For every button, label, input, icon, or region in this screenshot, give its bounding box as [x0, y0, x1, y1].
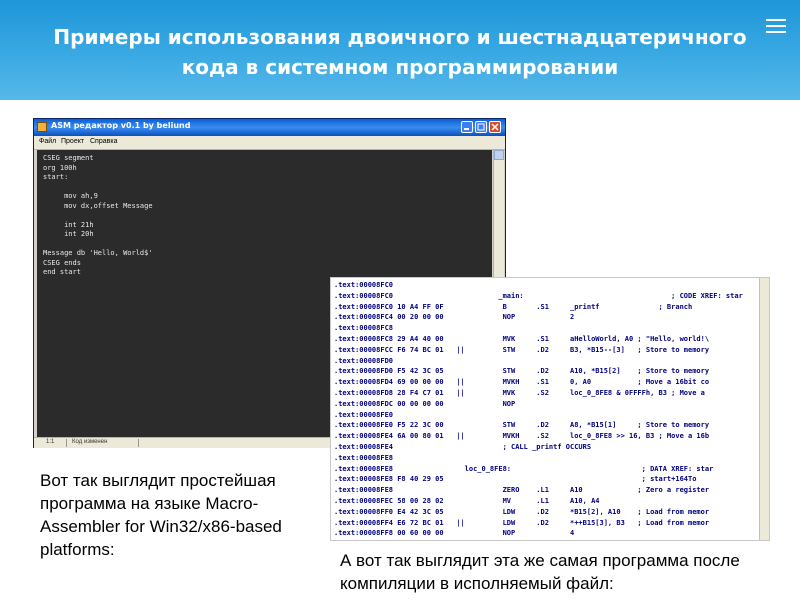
status-divider [66, 439, 67, 447]
cursor-position: 1:1 [46, 439, 55, 445]
listing-line: .text:00008FC8 [334, 324, 394, 333]
window-titlebar[interactable]: ASM редактор v0.1 by beliund [34, 119, 505, 136]
code-line: end start [43, 268, 81, 276]
listing-line: .text:00008FCC F6 74 BC 01 || STW .D2 B3… [334, 345, 710, 354]
listing-line: .text:00008FDC 00 00 00 00 NOP [334, 399, 516, 408]
code-line: mov dx,offset Message [43, 201, 153, 210]
menu-bar: Файл Проект Справка [34, 136, 505, 150]
code-line: mov ah,9 [43, 192, 98, 200]
source-caption: Вот так выглядит простейшая программа на… [40, 471, 282, 559]
maximize-icon [477, 123, 485, 131]
code-line: Message db 'Hello, World$' [43, 249, 153, 257]
close-icon [491, 123, 499, 131]
slide-title: Примеры использования двоичного и шестна… [53, 25, 747, 79]
listing-line: .text:00008FC0 [334, 281, 394, 289]
menu-help[interactable]: Справка [90, 138, 117, 145]
status-divider [138, 439, 139, 447]
listing-line: .text:00008FF4 E6 72 BC 01 || LDW .D2 *+… [334, 518, 710, 527]
listing-line: .text:00008FEC 58 00 28 02 MV .L1 A10, A… [334, 497, 600, 505]
listing-line: .text:00008FD0 F5 42 3C 05 STW .D2 A10, … [334, 367, 710, 376]
listing-line: .text:00008FE0 F5 22 3C 00 STW .D2 A8, *… [334, 421, 710, 430]
code-line: start: [43, 173, 69, 181]
listing-line: .text:00008FC8 29 A4 40 00 MVK .S1 aHell… [334, 335, 710, 343]
listing-line: .text:00008FD8 28 F4 C7 01 || MVK .S2 lo… [334, 389, 705, 397]
code-line: int 20h [43, 230, 94, 238]
listing-scrollbar[interactable] [759, 278, 769, 540]
listing-line: .text:00008FC4 00 20 00 00 NOP 2 [334, 313, 575, 322]
window-title: ASM редактор v0.1 by beliund [51, 121, 191, 130]
maximize-button[interactable] [475, 121, 487, 133]
close-button[interactable] [489, 121, 501, 133]
menu-project[interactable]: Проект [61, 138, 84, 145]
listing-line: .text:00008FD0 [334, 356, 394, 365]
binary-caption: А вот так выглядит эта же самая программ… [340, 551, 740, 593]
listing-line: .text:00008FE4 6A 00 80 01 || MVKH .S2 l… [334, 432, 710, 441]
modified-status: Код изменен [72, 439, 108, 445]
listing-line: .text:00008FF0 E4 42 3C 05 LDW .D2 *B15[… [334, 507, 710, 516]
listing-line: .text:00008FC0 10 A4 FF 0F B .S1 _printf… [334, 302, 693, 311]
minimize-button[interactable] [461, 121, 473, 133]
scroll-up-button[interactable] [494, 150, 504, 160]
code-line: CSEG ends [43, 258, 81, 267]
listing-line: .text:00008FE4 ; CALL _printf OCCURS [334, 443, 592, 451]
code-line: int 21h [43, 220, 94, 229]
listing-line: .text:00008FE0 [334, 410, 394, 419]
listing-line: .text:00008FF8 00 60 00 00 NOP 4 [334, 529, 575, 538]
menu-file[interactable]: Файл [39, 138, 56, 145]
disassembly-listing: .text:00008FC0 .text:00008FC0 _main: ; CO… [330, 277, 770, 541]
listing-line: .text:00008FC0 _main: ; CODE XREF: star [334, 291, 743, 300]
app-icon [37, 122, 47, 132]
minimize-icon [464, 128, 469, 130]
listing-line: .text:00008FE8 ZERO .L1 A10 ; Zero a reg… [334, 486, 710, 495]
code-line: CSEG segment [43, 154, 94, 162]
slide-corner-mark [766, 11, 790, 39]
slide-header: Примеры использования двоичного и шестна… [0, 0, 800, 100]
listing-line: .text:00008FD4 69 00 00 00 || MVKH .S1 0… [334, 378, 710, 387]
listing-line: .text:00008FE8 [334, 453, 394, 462]
code-line: org 100h [43, 163, 77, 172]
listing-line: .text:00008FE8 loc_0_8FE8: ; DATA XREF: … [334, 464, 714, 473]
listing-line: .text:00008FE8 F8 40 29 05 ; start+164To [334, 475, 697, 484]
